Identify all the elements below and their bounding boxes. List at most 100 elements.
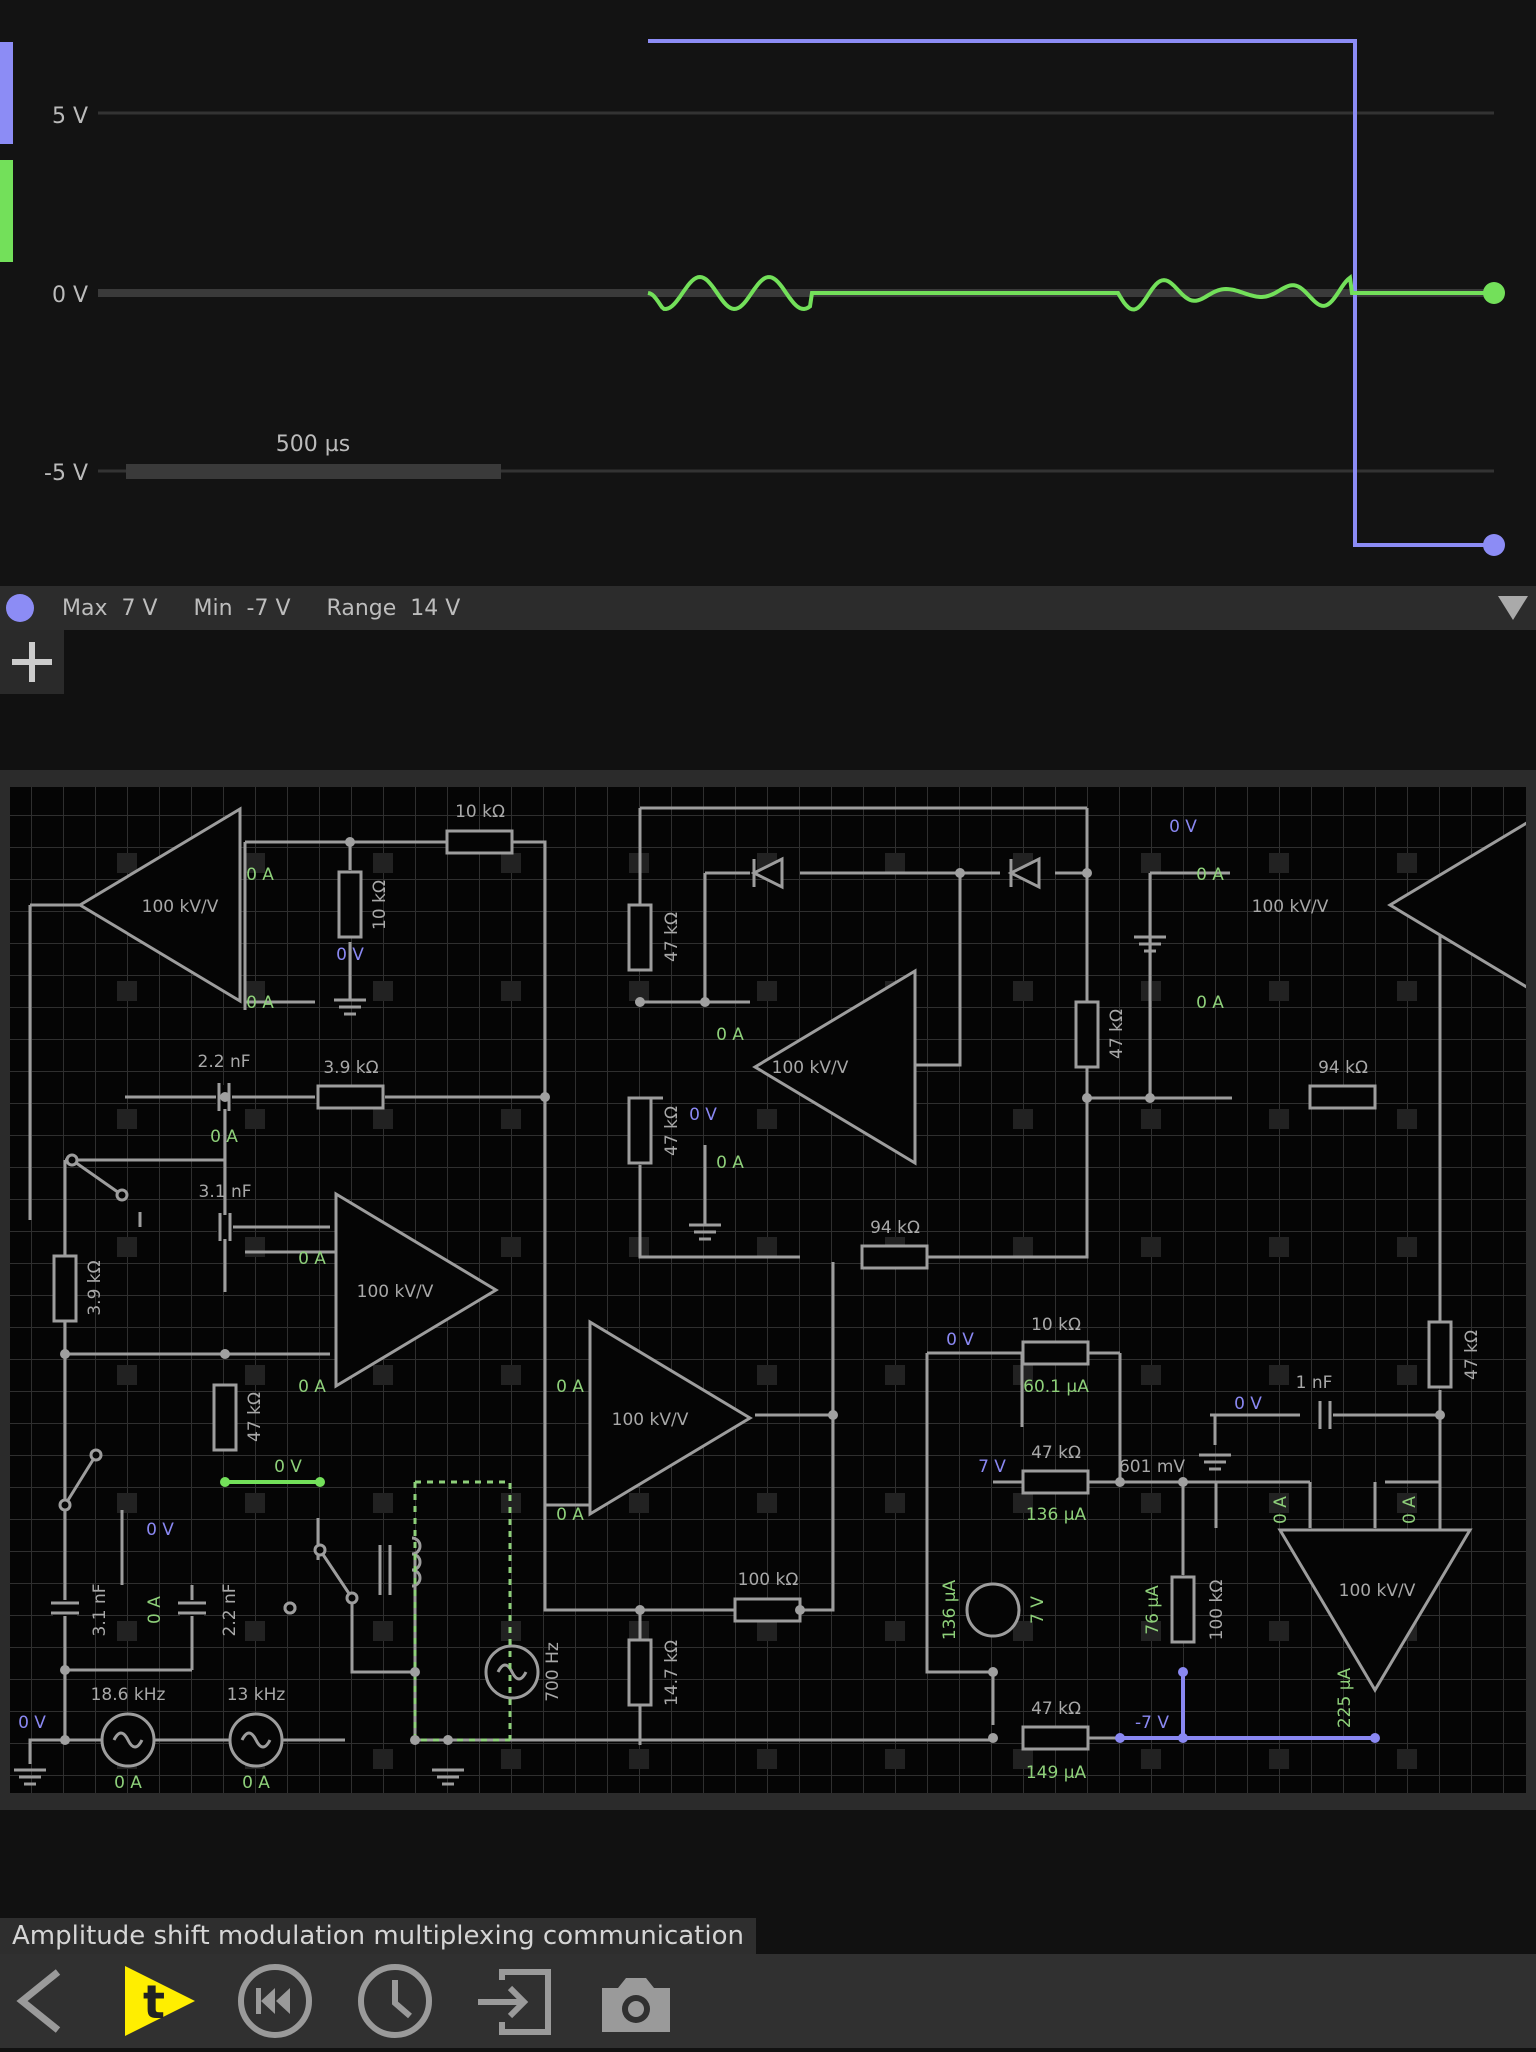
voltage-source bbox=[965, 1582, 1021, 1638]
channel-color-dot[interactable] bbox=[6, 594, 34, 622]
camera-icon bbox=[602, 1978, 670, 2032]
grid-pad bbox=[1141, 1749, 1161, 1769]
component-label: 94 kΩ bbox=[1318, 1058, 1368, 1078]
junction-node bbox=[635, 1605, 645, 1615]
component-label: 0 A bbox=[1271, 1496, 1291, 1524]
grid-pad bbox=[629, 1749, 649, 1769]
grid-pad bbox=[1141, 1365, 1161, 1385]
t-tool-icon: t bbox=[125, 1966, 195, 2036]
switch-pin bbox=[65, 1153, 79, 1167]
junction-node bbox=[1145, 1093, 1155, 1103]
stat-min: Min -7 V bbox=[193, 595, 291, 621]
resistor bbox=[1170, 1575, 1196, 1644]
negative-rail-node bbox=[1370, 1733, 1380, 1743]
channel2-cursor bbox=[1483, 282, 1505, 304]
component-label: 7 V bbox=[978, 1457, 1006, 1477]
grid-pad bbox=[245, 1109, 265, 1129]
junction-node bbox=[1082, 1093, 1092, 1103]
component-label: 18.6 kHz bbox=[91, 1685, 166, 1705]
resistor bbox=[860, 1244, 929, 1270]
component-label: 10 kΩ bbox=[1031, 1315, 1081, 1335]
grid-pad bbox=[501, 981, 521, 1001]
junction-node bbox=[1178, 1477, 1188, 1487]
back-icon bbox=[16, 1969, 61, 2033]
component-label: 0 A bbox=[242, 1773, 270, 1793]
resistor bbox=[627, 1096, 653, 1165]
grid-pad bbox=[501, 1109, 521, 1129]
junction-node bbox=[1082, 868, 1092, 878]
circuit-board[interactable]: 10 kΩ 10 kΩ 100 kV/V 0 A 0 A 0 V 2.2 nF 0 A 3.9 … bbox=[10, 787, 1526, 1793]
circuit-schematic[interactable]: 10 kΩ 10 kΩ 100 kV/V 0 A 0 A 0 V 2.2 nF 0 A 3.9 … bbox=[10, 787, 1526, 1793]
component-label: 1 nF bbox=[1296, 1373, 1333, 1393]
component-label: 100 kΩ bbox=[738, 1570, 799, 1590]
grid-pad bbox=[1141, 1493, 1161, 1513]
rewind-button[interactable] bbox=[228, 1954, 324, 2048]
back-button[interactable] bbox=[0, 1954, 96, 2048]
switch-pin bbox=[89, 1448, 103, 1462]
grid-pad bbox=[1013, 1109, 1033, 1129]
grid-pad bbox=[373, 1493, 393, 1513]
grid-pad bbox=[757, 1237, 777, 1257]
resistor bbox=[733, 1597, 802, 1623]
component-label: 3.9 kΩ bbox=[323, 1058, 378, 1078]
junction-node bbox=[635, 997, 645, 1007]
text-tool-button[interactable]: t bbox=[110, 1954, 206, 2048]
component-label: 47 kΩ bbox=[1031, 1699, 1081, 1719]
component-label: 13 kHz bbox=[227, 1685, 286, 1705]
grid-pad bbox=[629, 1493, 649, 1513]
grid-pad bbox=[885, 1493, 905, 1513]
grid-pad bbox=[1397, 981, 1417, 1001]
resistor bbox=[1021, 1469, 1090, 1495]
grid-pad bbox=[757, 1749, 777, 1769]
import-button[interactable] bbox=[466, 1954, 562, 2048]
active-node bbox=[220, 1477, 230, 1487]
camera-button[interactable] bbox=[588, 1954, 684, 2048]
grid-pad bbox=[117, 981, 137, 1001]
resistor bbox=[1074, 1000, 1100, 1069]
resistor bbox=[212, 1383, 238, 1452]
stat-max: Max 7 V bbox=[62, 595, 158, 621]
add-channel-button[interactable] bbox=[0, 630, 64, 694]
grid-pad bbox=[1269, 853, 1289, 873]
component-label: 0 A bbox=[556, 1377, 584, 1397]
component-label: 94 kΩ bbox=[870, 1218, 920, 1238]
grid-pad bbox=[1141, 853, 1161, 873]
component-label: 225 µA bbox=[1335, 1667, 1355, 1728]
grid-pad bbox=[1397, 1365, 1417, 1385]
component-label: 100 kV/V bbox=[142, 897, 219, 917]
component-label: -7 V bbox=[1135, 1713, 1169, 1733]
dropdown-triangle-icon[interactable] bbox=[1498, 596, 1528, 620]
component-label: 0 A bbox=[246, 865, 274, 885]
component-label: 0 V bbox=[689, 1105, 717, 1125]
junction-node bbox=[955, 868, 965, 878]
junction-node bbox=[60, 1735, 70, 1745]
grid-pad bbox=[1269, 1365, 1289, 1385]
time-scale-label: 500 µs bbox=[276, 432, 350, 457]
junction-node bbox=[220, 1092, 230, 1102]
time-scale-bar bbox=[126, 464, 501, 479]
grid-pad bbox=[117, 1109, 137, 1129]
component-label: 0 V bbox=[946, 1330, 974, 1350]
component-label: 0 A bbox=[246, 993, 274, 1013]
grid-pad bbox=[1269, 1109, 1289, 1129]
grid-pad bbox=[1269, 1237, 1289, 1257]
grid-pad bbox=[757, 1365, 777, 1385]
junction-node bbox=[60, 1349, 70, 1359]
svg-text:t: t bbox=[143, 1975, 165, 2029]
component-label: 3.1 nF bbox=[90, 1584, 110, 1637]
import-icon bbox=[478, 1969, 551, 2035]
junction-node bbox=[988, 1733, 998, 1743]
junction-node bbox=[220, 1349, 230, 1359]
oscilloscope-panel[interactable]: 5 V 0 V -5 V 500 µs bbox=[0, 0, 1536, 586]
component-label: 100 kV/V bbox=[1252, 897, 1329, 917]
grid-pad bbox=[245, 1621, 265, 1641]
grid-pad bbox=[885, 853, 905, 873]
stat-range: Range 14 V bbox=[326, 595, 461, 621]
junction-node bbox=[60, 1665, 70, 1675]
component-label: 700 Hz bbox=[543, 1642, 563, 1702]
switch-pin bbox=[115, 1188, 129, 1202]
grid-pad bbox=[373, 1365, 393, 1385]
clock-button[interactable] bbox=[348, 1954, 444, 2048]
negative-rail-node bbox=[1178, 1733, 1188, 1743]
grid-pad bbox=[757, 1109, 777, 1129]
